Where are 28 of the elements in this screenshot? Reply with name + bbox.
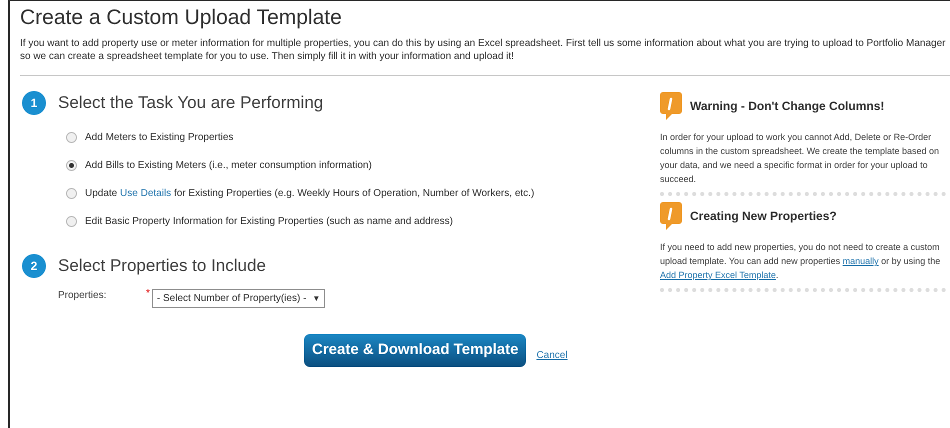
- note-text: In order for your upload to work you cannot Add, Delete or Re-Order columns in the custom spreadsheet. We create the template based on your data, and we need a specific format in order for your upload to succeed.: [660, 131, 940, 186]
- step-number-badge: 2: [22, 254, 46, 278]
- option-label: Add Bills to Existing Meters (i.e., meter consumption information): [85, 158, 372, 173]
- step-heading: Select the Task You are Performing: [58, 92, 324, 114]
- create-download-button[interactable]: Create & Download Template: [304, 334, 526, 367]
- page-title: Create a Custom Upload Template: [20, 5, 343, 31]
- option-label: Update Use Details for Existing Properties (e.g. Weekly Hours of Operation, Number of Workers, etc.): [85, 186, 534, 201]
- field-label: Properties:: [58, 289, 108, 304]
- text-link[interactable]: manually: [842, 256, 879, 266]
- required-mark: *: [146, 287, 150, 302]
- info-icon: [660, 202, 682, 230]
- radio-button[interactable]: [66, 132, 77, 143]
- text-link[interactable]: Add Property Excel Template: [660, 270, 776, 280]
- note-title: Warning - Don't Change Columns!: [690, 98, 884, 116]
- info-icon: [660, 92, 682, 120]
- radio-button[interactable]: [66, 216, 77, 227]
- option-label: Add Meters to Existing Properties: [85, 130, 234, 145]
- step-heading: Select Properties to Include: [58, 254, 266, 277]
- properties-dropdown[interactable]: - Select Number of Property(ies) - ▼: [152, 289, 326, 308]
- intro-text: If you want to add property use or meter information for multiple properties, you can do this by using an Excel spreadsheet. First tell us some information about what you are trying to upload to Portfolio Manager so we can create a spreadsheet template for you to use. Then simply fill it in with your information and upload it!: [20, 37, 946, 64]
- text-link[interactable]: Use Details: [120, 188, 172, 199]
- step-number-badge: 1: [22, 91, 46, 115]
- option-label: Edit Basic Property Information for Existing Properties (such as name and address): [85, 214, 453, 229]
- radio-button[interactable]: [66, 160, 77, 171]
- note-text: If you need to add new properties, you do not need to create a custom upload template. You can add new properties manually or by using the Add Property Excel Template.: [660, 241, 942, 282]
- cancel-link[interactable]: Cancel: [536, 348, 568, 363]
- note-title: Creating New Properties?: [690, 208, 837, 226]
- radio-button[interactable]: [66, 188, 77, 199]
